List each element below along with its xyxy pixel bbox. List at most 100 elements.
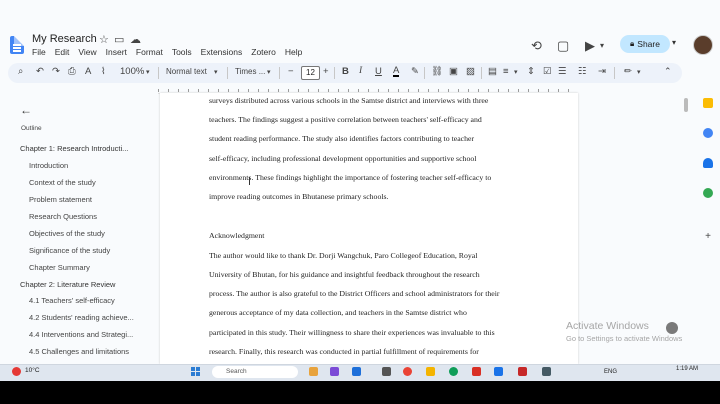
outline-item-research-questions[interactable]: Research Questions xyxy=(29,212,97,221)
outline-item-significance[interactable]: Significance of the study xyxy=(29,246,110,255)
menu-file[interactable]: File xyxy=(32,47,46,57)
outline-item-introduction[interactable]: Introduction xyxy=(29,161,68,170)
tasks-icon[interactable] xyxy=(703,128,713,138)
outline-item-teachers-self-efficacy[interactable]: 4.1 Teachers' self-efficacy xyxy=(29,296,115,305)
hide-menus-icon[interactable]: ⌃ xyxy=(664,66,672,77)
outline-item-problem-statement[interactable]: Problem statement xyxy=(29,195,92,204)
align-caret-icon[interactable]: ▾ xyxy=(514,68,518,76)
zotero-icon[interactable]: ▤ xyxy=(488,66,497,77)
taskbar-app-icon[interactable] xyxy=(309,367,318,376)
file-explorer-icon[interactable] xyxy=(426,367,435,376)
line-spacing-icon[interactable]: ⇕ xyxy=(527,66,535,77)
style-select[interactable]: Normal text xyxy=(166,67,207,76)
ruler-tick xyxy=(448,89,449,92)
meet-icon[interactable]: ▶ xyxy=(585,38,595,54)
contacts-icon[interactable] xyxy=(703,158,713,168)
docs-logo-icon[interactable] xyxy=(10,36,24,54)
menu-view[interactable]: View xyxy=(78,47,96,57)
assistant-icon[interactable] xyxy=(666,322,678,334)
move-folder-icon[interactable]: ▭ xyxy=(114,33,124,46)
menu-extensions[interactable]: Extensions xyxy=(201,47,243,57)
add-ons-icon[interactable]: + xyxy=(703,232,713,242)
outline-item-students-reading[interactable]: 4.2 Students' reading achieve... xyxy=(29,313,134,322)
star-icon[interactable]: ☆ xyxy=(99,33,109,46)
menu-help[interactable]: Help xyxy=(285,47,302,57)
vertical-scrollbar[interactable] xyxy=(684,98,688,112)
increase-font-size-button[interactable]: + xyxy=(323,66,329,77)
outline-item-chapter2[interactable]: Chapter 2: Literature Review xyxy=(20,280,115,289)
cloud-saved-icon[interactable]: ☁ xyxy=(130,33,141,46)
ruler-tick xyxy=(158,89,159,92)
style-caret-icon[interactable]: ▾ xyxy=(214,68,218,76)
outline-item-context[interactable]: Context of the study xyxy=(29,178,96,187)
align-icon[interactable]: ≡ xyxy=(503,66,509,77)
bold-icon[interactable]: B xyxy=(342,66,349,77)
insert-image-icon[interactable]: ▨ xyxy=(466,66,475,77)
checklist-icon[interactable]: ☑ xyxy=(543,66,552,77)
back-arrow-icon[interactable]: ← xyxy=(20,103,32,117)
text-cursor xyxy=(249,177,250,185)
font-select[interactable]: Times ... xyxy=(235,67,265,76)
redo-icon[interactable]: ↷ xyxy=(52,66,60,77)
spellcheck-icon[interactable]: A xyxy=(85,66,91,77)
outline-item-chapter1[interactable]: Chapter 1: Research Introducti... xyxy=(20,144,128,153)
highlight-icon[interactable]: ✎ xyxy=(411,66,419,77)
taskbar-app-icon[interactable] xyxy=(382,367,391,376)
document-title[interactable]: My Research xyxy=(32,33,97,45)
outline-item-chapter-summary[interactable]: Chapter Summary xyxy=(29,263,90,272)
print-icon[interactable]: ⎙ xyxy=(68,66,76,77)
taskbar-app-icon[interactable] xyxy=(352,367,361,376)
menu-tools[interactable]: Tools xyxy=(172,47,192,57)
comment-icon[interactable]: ▢ xyxy=(557,38,569,54)
menu-edit[interactable]: Edit xyxy=(55,47,70,57)
underline-icon[interactable]: U xyxy=(375,66,382,77)
outline-item-challenges[interactable]: 4.5 Challenges and limitations xyxy=(29,347,129,356)
italic-icon[interactable]: I xyxy=(359,66,362,76)
taskbar-search[interactable]: Search xyxy=(212,366,298,378)
taskbar-app-icon[interactable] xyxy=(330,367,339,376)
edge-icon[interactable] xyxy=(449,367,458,376)
numbered-list-icon[interactable]: ☷ xyxy=(578,66,587,77)
text-color-icon[interactable]: A xyxy=(393,66,400,77)
search-menus-icon[interactable]: ⌕ xyxy=(18,66,23,77)
link-icon[interactable]: ⛓ xyxy=(431,66,443,77)
meet-caret-icon[interactable]: ▾ xyxy=(600,41,604,50)
menu-zotero[interactable]: Zotero xyxy=(251,47,276,57)
language-indicator[interactable]: ENG xyxy=(604,369,617,375)
ruler-tick xyxy=(468,89,469,92)
font-size-input[interactable]: 12 xyxy=(301,66,320,80)
decrease-font-size-button[interactable]: − xyxy=(288,66,294,77)
ruler-tick xyxy=(528,89,529,92)
maps-icon[interactable] xyxy=(703,188,713,198)
undo-icon[interactable]: ↶ xyxy=(36,66,44,77)
outline-item-objectives[interactable]: Objectives of the study xyxy=(29,229,105,238)
keep-icon[interactable] xyxy=(703,98,713,108)
chrome-icon[interactable] xyxy=(403,367,412,376)
taskbar-app-icon[interactable] xyxy=(472,367,481,376)
menu-format[interactable]: Format xyxy=(136,47,163,57)
history-icon[interactable]: ⟲ xyxy=(531,38,542,54)
zoom-select[interactable]: 100% xyxy=(120,66,144,77)
word-icon[interactable] xyxy=(494,367,503,376)
weather-icon[interactable] xyxy=(12,367,21,376)
zoom-caret-icon[interactable]: ▾ xyxy=(146,68,150,76)
clock[interactable]: 1:19 AM xyxy=(676,366,698,372)
outline-item-interventions[interactable]: 4.4 Interventions and Strategi... xyxy=(29,330,133,339)
bulleted-list-icon[interactable]: ☰ xyxy=(558,66,567,77)
editing-mode-icon[interactable]: ✏ xyxy=(624,66,632,77)
weather-temperature[interactable]: 10°C xyxy=(25,367,40,374)
share-caret-icon[interactable]: ▾ xyxy=(672,38,676,47)
ruler-tick xyxy=(248,89,249,92)
menu-insert[interactable]: Insert xyxy=(106,47,127,57)
paint-format-icon[interactable]: ⌇ xyxy=(101,66,106,77)
taskbar-app-icon[interactable] xyxy=(542,367,551,376)
taskbar-app-icon[interactable] xyxy=(518,367,527,376)
indent-icon[interactable]: ⇥ xyxy=(598,66,606,77)
share-button[interactable]: 🔒︎ Share xyxy=(620,35,670,53)
ruler-tick xyxy=(268,89,269,92)
editing-mode-caret-icon[interactable]: ▾ xyxy=(637,68,641,76)
windows-start-icon[interactable] xyxy=(191,367,201,377)
avatar[interactable] xyxy=(693,35,713,55)
font-caret-icon[interactable]: ▾ xyxy=(267,68,271,76)
add-comment-icon[interactable]: ▣ xyxy=(449,66,458,77)
